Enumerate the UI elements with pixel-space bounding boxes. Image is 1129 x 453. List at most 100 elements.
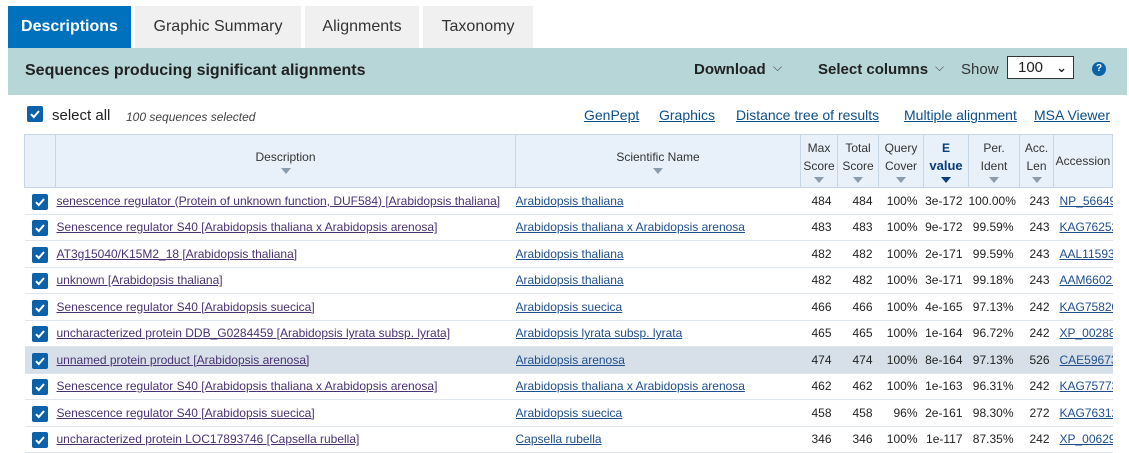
header-accession[interactable]: Accession [1053,134,1113,188]
accession-cell: XP_006298423.1 [1053,426,1113,453]
accession-link[interactable]: KAG7631297.1 [1060,406,1113,420]
accession-cell: CAE5967342.1 [1053,346,1113,374]
show-count-select[interactable]: 100 ⌄ [1007,56,1074,79]
scientific-name-link[interactable]: Arabidopsis thaliana [516,194,624,208]
selected-count: 100 sequences selected [126,110,256,124]
header-label: Ident [980,159,1008,173]
scientific-name-link[interactable]: Arabidopsis arenosa [516,353,625,367]
check-icon [35,330,45,339]
description-link[interactable]: unknown [Arabidopsis thaliana] [57,273,223,287]
header-e-value[interactable]: Evalue [923,134,969,188]
row-checkbox[interactable] [32,379,48,396]
check-icon [30,110,40,119]
download-menu[interactable]: Download [694,61,766,78]
tab-descriptions[interactable]: Descriptions [8,6,131,48]
tab-graphic-summary[interactable]: Graphic Summary [135,6,301,48]
accession-link[interactable]: AAL11593.1 [1060,247,1113,261]
header-query-cover[interactable]: Query Cover [878,134,924,188]
description-link[interactable]: unnamed protein product [Arabidopsis are… [57,353,310,367]
row-checkbox[interactable] [32,246,48,263]
select-columns-menu[interactable]: Select columns [818,61,928,78]
chevron-down-icon[interactable]: ⌵ [935,60,944,75]
header-checkbox-cell [24,134,56,188]
distance-tree-link[interactable]: Distance tree of results [736,107,879,123]
graphics-link[interactable]: Graphics [659,107,715,123]
chevron-down-icon[interactable]: ⌵ [773,60,782,75]
accession-link[interactable]: KAG7625290.1 [1060,220,1113,234]
e-value-cell: 3e-172 [923,187,969,215]
scientific-name-cell: Arabidopsis suecica [515,293,801,321]
header-scientific-name[interactable]: Scientific Name [515,134,801,188]
description-cell: senescence regulator (Protein of unknown… [55,187,516,215]
tab-alignments[interactable]: Alignments [305,6,419,48]
row-checkbox[interactable] [32,352,48,369]
per-ident-cell: 96.72% [968,320,1020,347]
description-link[interactable]: Senescence regulator S40 [Arabidopsis su… [57,300,315,314]
row-checkbox[interactable] [32,299,48,316]
tab-taxonomy[interactable]: Taxonomy [423,6,533,48]
e-value-cell: 1e-117 [923,426,969,453]
genpept-link[interactable]: GenPept [584,107,639,123]
accession-link[interactable]: XP_006298423.1 [1060,432,1113,446]
row-checkbox[interactable] [32,432,48,449]
help-icon[interactable]: ? [1092,62,1106,76]
per-ident-cell: 96.31% [968,373,1020,400]
multiple-alignment-link[interactable]: Multiple alignment [904,107,1017,123]
accession-link[interactable]: NP_566497.1 [1060,194,1113,208]
row-checkbox[interactable] [32,405,48,422]
scientific-name-link[interactable]: Arabidopsis lyrata subsp. lyrata [516,326,683,340]
header-total-score[interactable]: Total Score [837,134,879,188]
header-label: value [929,158,963,173]
scientific-name-link[interactable]: Arabidopsis thaliana [516,247,624,261]
row-checkbox[interactable] [32,326,48,343]
total-score-cell: 482 [837,240,879,268]
accession-link[interactable]: XP_002885065.1 [1060,326,1113,340]
e-value-cell: 2e-171 [923,240,969,268]
msa-viewer-link[interactable]: MSA Viewer [1034,107,1110,123]
header-acc-len[interactable]: Acc. Len [1019,134,1054,188]
accession-cell: KAG7582005.1 [1053,293,1113,321]
accession-link[interactable]: AAM66027.1 [1060,273,1113,287]
sort-down-icon [896,177,906,183]
description-link[interactable]: Senescence regulator S40 [Arabidopsis th… [57,220,438,234]
per-ident-cell: 98.30% [968,399,1020,427]
scientific-name-link[interactable]: Arabidopsis thaliana x Arabidopsis areno… [516,220,745,234]
description-link[interactable]: AT3g15040/K15M2_18 [Arabidopsis thaliana… [57,247,298,261]
description-link[interactable]: senescence regulator (Protein of unknown… [57,194,501,208]
header-per-ident[interactable]: Per. Ident [968,134,1020,188]
description-link[interactable]: uncharacterized protein DDB_G0284459 [Ar… [57,326,451,340]
accession-link[interactable]: KAG7577305.1 [1060,379,1113,393]
scientific-name-cell: Arabidopsis thaliana x Arabidopsis areno… [515,373,801,400]
accession-cell: XP_002885065.1 [1053,320,1113,347]
description-link[interactable]: Senescence regulator S40 [Arabidopsis th… [57,379,438,393]
row-checkbox[interactable] [32,220,48,237]
header-max-score[interactable]: Max Score [800,134,838,188]
header-description[interactable]: Description [55,134,516,188]
description-link[interactable]: uncharacterized protein LOC17893746 [Cap… [57,432,360,446]
header-label: Per. [983,141,1005,155]
description-link[interactable]: Senescence regulator S40 [Arabidopsis su… [57,406,315,420]
scientific-name-link[interactable]: Arabidopsis suecica [516,406,623,420]
acc-len-cell: 272 [1019,399,1054,427]
row-checkbox[interactable] [32,193,48,210]
table-header-row: Description Scientific Name Max Score Tot… [24,134,1113,188]
header-label: Acc. [1024,141,1049,155]
row-checkbox[interactable] [32,273,48,290]
header-label: Score [842,159,874,173]
scientific-name-link[interactable]: Arabidopsis thaliana [516,273,624,287]
accession-link[interactable]: CAE5967342.1 [1060,353,1113,367]
scientific-name-link[interactable]: Capsella rubella [516,432,602,446]
accession-link[interactable]: KAG7582005.1 [1060,300,1113,314]
show-count-value: 100 [1018,59,1044,76]
scientific-name-link[interactable]: Arabidopsis thaliana x Arabidopsis areno… [516,379,745,393]
e-value-cell: 1e-164 [923,320,969,347]
accession-cell: KAG7631297.1 [1053,399,1113,427]
table-row: unnamed protein product [Arabidopsis are… [24,346,1113,374]
acc-len-cell: 242 [1019,293,1054,321]
max-score-cell: 346 [800,426,838,453]
row-checkbox-cell [24,346,56,374]
select-all-checkbox[interactable] [27,106,43,122]
header-label: Accession [1055,154,1111,168]
total-score-cell: 462 [837,373,879,400]
scientific-name-link[interactable]: Arabidopsis suecica [516,300,623,314]
